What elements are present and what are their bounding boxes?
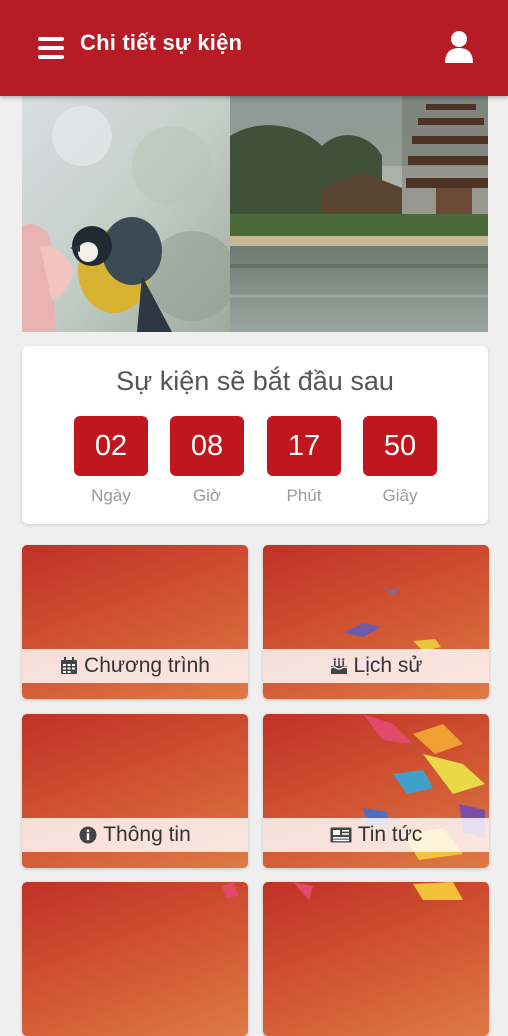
countdown-minutes: 17 Phút <box>267 416 341 506</box>
page-title: Chi tiết sự kiện <box>80 30 243 55</box>
countdown-hours-value: 08 <box>170 416 244 476</box>
countdown-days-label: Ngày <box>91 486 131 505</box>
countdown-seconds-label: Giây <box>382 486 418 505</box>
countdown-hours-label: Giờ <box>192 486 222 505</box>
tile-info[interactable]: Thông tin <box>22 714 248 868</box>
birds-decoration <box>222 882 238 898</box>
countdown-minutes-label: Phút <box>286 486 322 505</box>
tile-news-label: Tin tức <box>357 823 423 846</box>
menu-icon[interactable] <box>38 37 64 59</box>
tile-history-label: Lịch sử <box>353 654 423 677</box>
tile-program-label-bar: Chương trình <box>22 649 248 683</box>
countdown-hours: 08 Giờ <box>170 416 244 506</box>
calendar-icon <box>61 657 78 674</box>
birds-decoration <box>293 882 463 900</box>
tile-info-label: Thông tin <box>103 823 191 846</box>
tile-program-label: Chương trình <box>84 654 210 677</box>
countdown-seconds: 50 Giây <box>363 416 437 506</box>
tile-news-label-bar: Tin tức <box>263 818 489 852</box>
info-circle-icon <box>79 826 97 844</box>
tile-history[interactable]: Lịch sử <box>263 545 489 699</box>
app-bar: Chi tiết sự kiện <box>0 0 508 96</box>
countdown-minutes-value: 17 <box>267 416 341 476</box>
tile-program[interactable]: Chương trình <box>22 545 248 699</box>
countdown-days: 02 Ngày <box>74 416 148 506</box>
user-icon[interactable] <box>444 30 474 64</box>
tile-news[interactable]: Tin tức <box>263 714 489 868</box>
tile-next-left[interactable] <box>22 882 248 1036</box>
countdown-card: Sự kiện sẽ bắt đầu sau 02 Ngày 08 Giờ 17… <box>22 346 488 524</box>
countdown-title: Sự kiện sẽ bắt đầu sau <box>116 366 394 396</box>
countdown-seconds-value: 50 <box>363 416 437 476</box>
tile-next-right[interactable] <box>263 882 489 1036</box>
tile-history-label-bar: Lịch sử <box>263 649 489 683</box>
newspaper-icon <box>330 827 352 843</box>
countdown-days-value: 02 <box>74 416 148 476</box>
event-banner-image <box>22 96 488 332</box>
tile-info-label-bar: Thông tin <box>22 818 248 852</box>
birthday-cake-icon <box>330 658 347 674</box>
